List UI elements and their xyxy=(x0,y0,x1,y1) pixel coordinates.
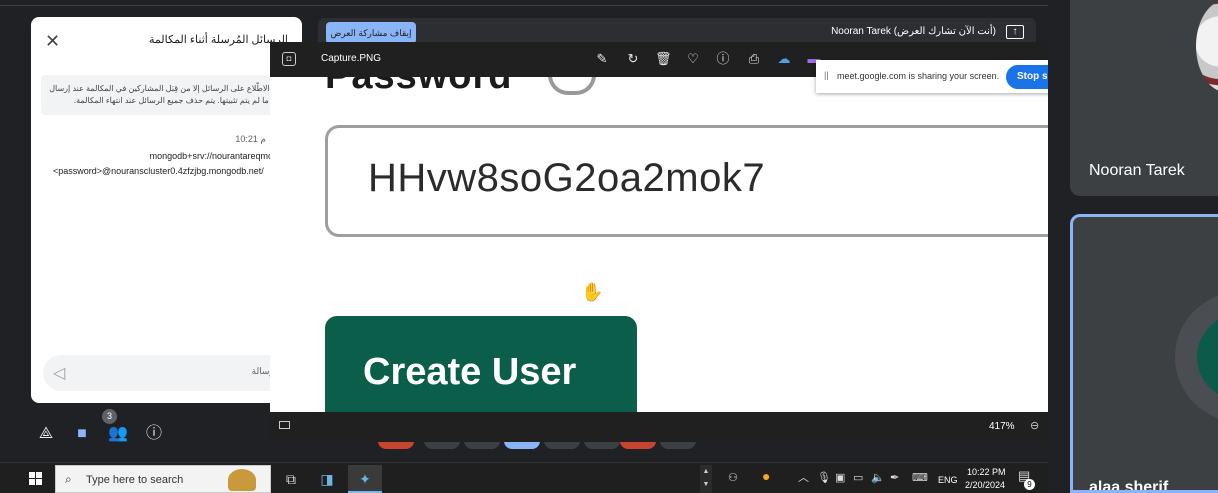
stop-presenting-button[interactable]: إيقاف مشاركة العرض xyxy=(326,22,416,44)
participant-tile-alaa[interactable]: alaa sherif xyxy=(1070,214,1218,493)
control-button[interactable] xyxy=(424,441,460,449)
password-value: HHvw8soG2oa2mok7 xyxy=(368,156,766,200)
taskbar-search-input[interactable]: ⌕ Type here to search xyxy=(55,465,271,493)
control-button[interactable] xyxy=(584,441,620,449)
send-icon[interactable]: ◁ xyxy=(53,363,65,383)
search-placeholder: Type here to search xyxy=(86,474,184,486)
language-indicator[interactable]: ENG xyxy=(938,473,958,487)
info-icon[interactable]: ⓘ xyxy=(715,51,731,67)
zoom-level: 417% xyxy=(989,421,1015,432)
image-canvas[interactable]: Password HHvw8soG2oa2mok7 ✋ Create User xyxy=(270,77,1048,412)
fit-to-window-icon[interactable] xyxy=(279,421,290,429)
sharing-status-text: meet.google.com is sharing your screen. xyxy=(837,71,1000,81)
zoom-icon[interactable]: ⊖ xyxy=(1030,419,1039,432)
control-button[interactable] xyxy=(464,441,500,449)
notification-count-badge: 9 xyxy=(1024,479,1035,490)
chat-panel: ✕ الرسائل المُرسلة أثناء المكالمة لا يمك… xyxy=(31,17,302,403)
participant-name: Nooran Tarek xyxy=(1089,162,1185,179)
presenting-status-text: Nooran Tarek (أنت الآن تشارك العرض) xyxy=(831,26,996,37)
delete-icon[interactable]: 🗑 xyxy=(655,51,672,67)
clock-date[interactable]: 2/20/2024 xyxy=(965,480,1005,490)
search-highlight-art xyxy=(228,469,256,491)
meet-tray-icon[interactable]: ▣ xyxy=(835,471,845,485)
task-view-icon[interactable]: ⧉ xyxy=(274,465,308,493)
people-icon[interactable]: ⚇ xyxy=(728,471,738,485)
search-icon: ⌕ xyxy=(65,472,72,486)
photo-viewer-window: ◘ Capture.PNG ✎ ↻ 🗑 ♡ ⓘ ⎙ ☁ ▬ Password H… xyxy=(270,42,1048,442)
control-button[interactable] xyxy=(504,441,540,449)
control-button[interactable] xyxy=(620,441,656,449)
info-icon[interactable]: ⓘ xyxy=(144,424,164,444)
chat-icon[interactable]: ■ xyxy=(72,424,92,444)
close-icon[interactable]: ✕ xyxy=(45,31,60,51)
chat-message-input[interactable]: ◁ إرسال رسالة xyxy=(43,355,302,391)
windows-start-icon[interactable] xyxy=(29,472,43,486)
chat-panel-title: الرسائل المُرسلة أثناء المكالمة xyxy=(149,34,288,46)
participant-name: alaa sherif xyxy=(1089,479,1169,493)
edit-icon[interactable]: ✎ xyxy=(594,51,610,67)
people-count-badge: 3 xyxy=(102,409,117,424)
taskbar-app-icon[interactable]: ✦ xyxy=(348,465,382,493)
top-divider xyxy=(0,5,1048,6)
chevron-up-icon[interactable]: ︿ xyxy=(798,471,809,485)
chat-notice: لا يمكن الاطّلاع على الرسائل إلا من قِبَ… xyxy=(41,75,302,115)
present-screen-icon: ↑ xyxy=(1006,25,1024,39)
pen-icon[interactable]: ✒ xyxy=(890,471,899,485)
cloud-icon[interactable]: ☁ xyxy=(776,51,792,67)
photos-app-icon: ◘ xyxy=(282,52,296,66)
avatar xyxy=(1196,0,1218,92)
password-field: HHvw8soG2oa2mok7 xyxy=(325,125,1048,237)
viewer-status-bar: 417% ⊖ xyxy=(270,412,1048,442)
print-icon[interactable]: ⎙ xyxy=(746,51,762,67)
rotate-icon[interactable]: ↻ xyxy=(625,51,641,67)
screen-sharing-bar: || meet.google.com is sharing your scree… xyxy=(816,60,1048,93)
taskbar-scroll-buttons[interactable]: ▲ ▼ xyxy=(700,465,712,493)
create-user-button: Create User xyxy=(325,316,637,412)
chat-message-line: mongodb+srv://nourantareqmohamed: xyxy=(149,151,302,161)
control-button[interactable] xyxy=(544,441,580,449)
eye-icon xyxy=(548,77,596,95)
viewer-file-name: Capture.PNG xyxy=(321,53,382,64)
people-icon[interactable]: 👥 xyxy=(108,424,128,444)
drag-handle-icon[interactable]: || xyxy=(824,70,829,80)
control-button[interactable] xyxy=(660,441,696,449)
participant-tile-nooran[interactable]: Nooran Tarek xyxy=(1070,0,1218,196)
keyboard-icon[interactable]: ⌨ xyxy=(912,471,928,485)
end-call-button[interactable] xyxy=(378,441,414,449)
clock-time[interactable]: 10:22 PM xyxy=(967,467,1006,477)
weather-icon[interactable]: ● xyxy=(762,469,770,483)
taskbar-app-icon[interactable]: ◨ xyxy=(310,465,344,493)
chat-message-line: <password>@nouranscluster0.4zfzjbg.mongo… xyxy=(53,166,264,176)
stop-sharing-button[interactable]: Stop sharing xyxy=(1006,65,1048,89)
windows-taskbar: ⌕ Type here to search ⧉ ◨ ✦ ▲ ▼ ⚇ ● ︿ 🎙 ▣… xyxy=(0,462,1048,493)
microphone-icon[interactable]: 🎙 xyxy=(817,471,831,485)
volume-icon[interactable]: 🔈 xyxy=(871,471,885,485)
chat-message: mongodb+srv://nourantareqmohamed: <passw… xyxy=(53,149,302,179)
password-label: Password xyxy=(325,77,513,98)
favorite-icon[interactable]: ♡ xyxy=(685,51,701,67)
battery-icon[interactable]: ▭ xyxy=(853,471,863,485)
activities-icon[interactable]: ⟁ xyxy=(36,424,56,444)
create-user-label: Create User xyxy=(363,351,577,393)
message-timestamp: 10:21 م xyxy=(235,134,266,144)
hand-cursor-icon: ✋ xyxy=(581,282,604,302)
